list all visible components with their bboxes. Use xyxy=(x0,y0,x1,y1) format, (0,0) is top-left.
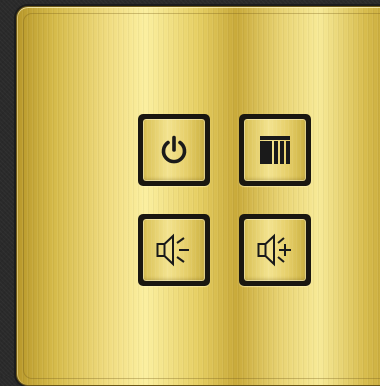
volume-down-button[interactable] xyxy=(138,214,210,286)
power-icon xyxy=(161,135,187,164)
volume-up-icon xyxy=(257,233,291,267)
input-source-icon xyxy=(260,136,290,164)
volume-up-button[interactable] xyxy=(239,214,311,286)
input-source-button-face[interactable] xyxy=(244,119,306,181)
input-source-button[interactable] xyxy=(239,114,311,186)
gold-control-plate xyxy=(16,6,380,386)
volume-down-icon xyxy=(156,233,189,267)
power-button[interactable] xyxy=(138,114,210,186)
volume-up-button-face[interactable] xyxy=(244,219,306,281)
volume-down-button-face[interactable] xyxy=(143,219,205,281)
power-button-face[interactable] xyxy=(143,119,205,181)
